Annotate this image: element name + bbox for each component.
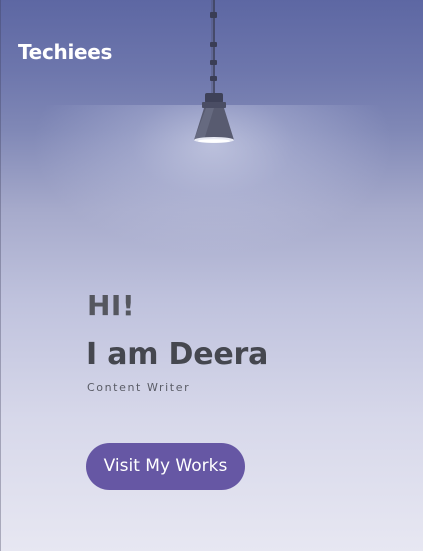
pendant-lamp-icon [194, 0, 234, 143]
brand-logo[interactable]: Techiees [18, 40, 112, 64]
hero-role: Content Writer [87, 381, 191, 394]
page-left-edge [0, 0, 1, 551]
hero-name: I am Deera [86, 337, 269, 372]
visit-my-works-button[interactable]: Visit My Works [86, 443, 245, 490]
hero-greeting: HI! [87, 289, 136, 322]
